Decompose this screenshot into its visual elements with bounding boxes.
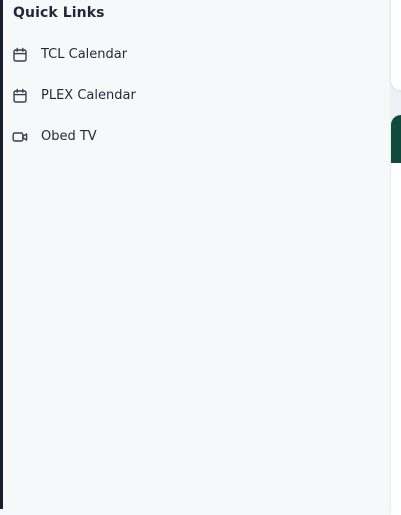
top-card [391,0,401,90]
quick-links-panel: Quick Links TCL Calendar PLEX Calendar O… [3,0,390,509]
quick-link-obed-tv[interactable]: Obed TV [3,125,203,149]
quick-link-label: TCL Calendar [41,47,128,62]
quick-link-tcl-calendar[interactable]: TCL Calendar [3,43,203,67]
calendar-icon [13,88,27,103]
feature-card [391,115,401,515]
quick-links-title: Quick Links [13,5,105,21]
calendar-icon [13,47,27,62]
quick-link-label: PLEX Calendar [41,88,136,103]
video-camera-icon [12,132,28,142]
quick-link-plex-calendar[interactable]: PLEX Calendar [3,84,203,108]
quick-link-label: Obed TV [41,129,97,144]
feature-card-header [391,115,401,163]
